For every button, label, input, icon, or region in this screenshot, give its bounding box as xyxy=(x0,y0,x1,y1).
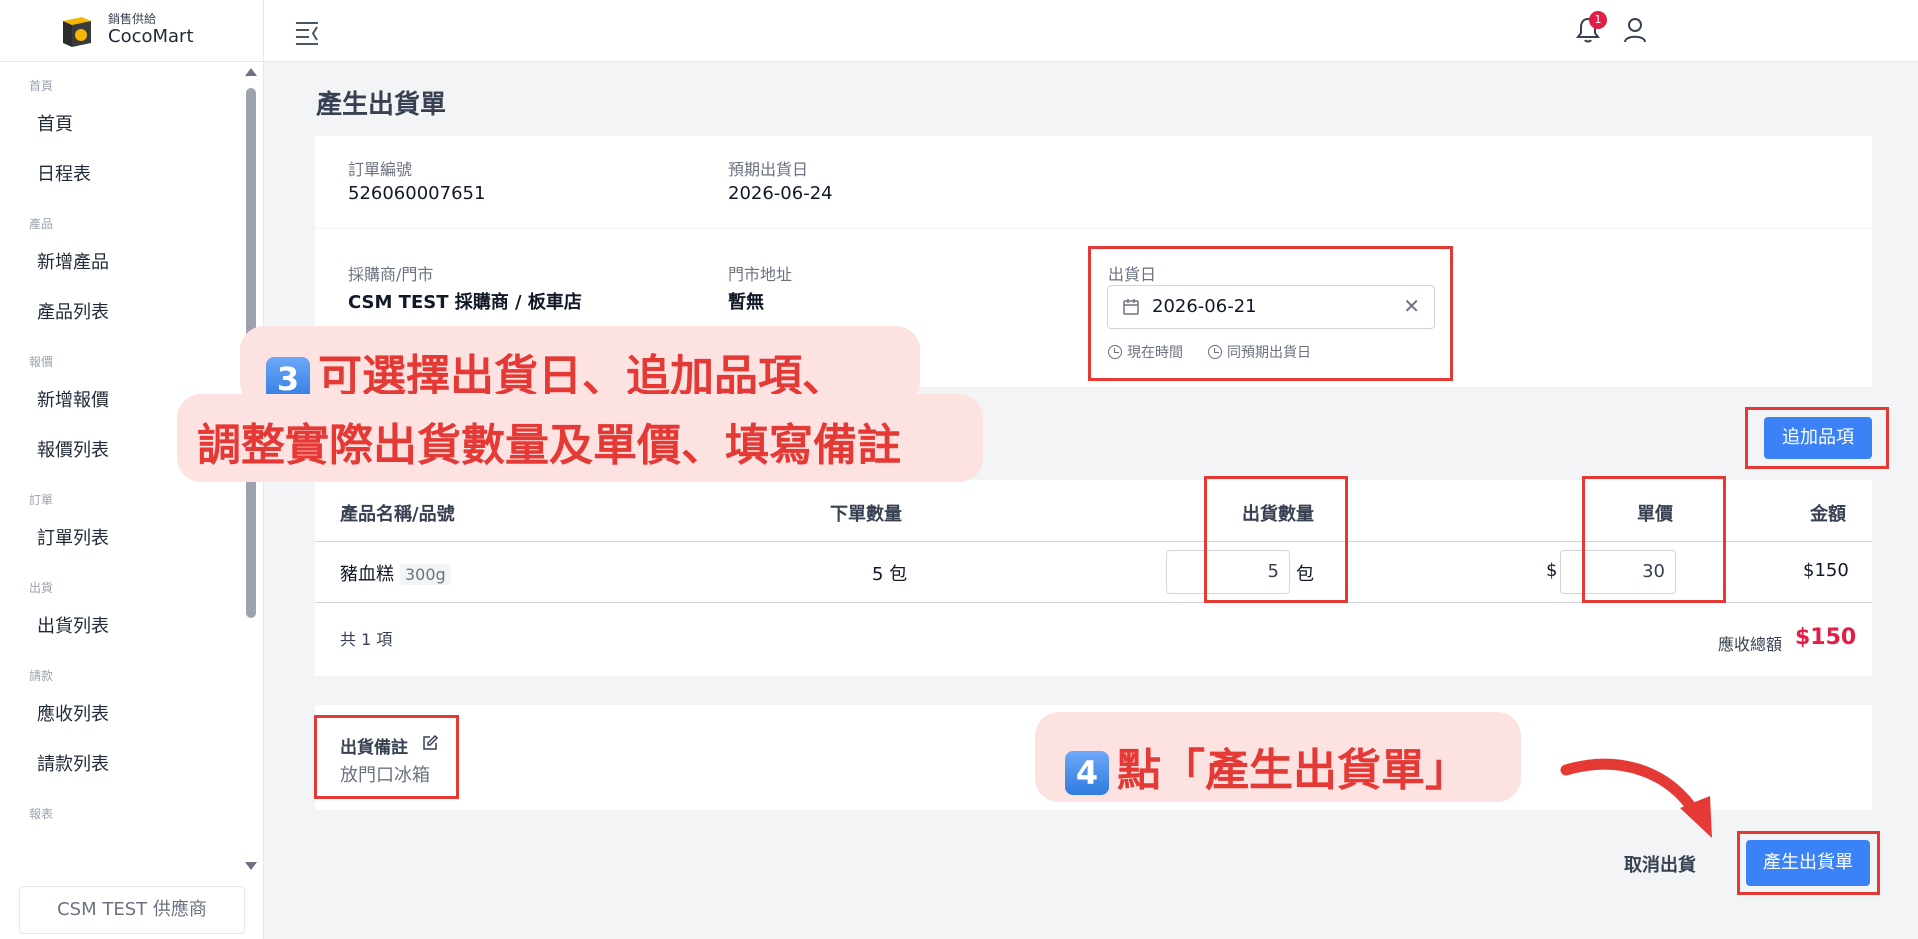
sidebar-item-billing-list[interactable]: 請款列表 xyxy=(0,740,248,790)
header-order-qty: 下單數量 xyxy=(830,504,902,525)
sidebar-item-product-list[interactable]: 產品列表 xyxy=(0,288,248,338)
sidebar-item-home[interactable]: 首頁 xyxy=(0,100,248,150)
nav-group-report: 報表 xyxy=(29,807,54,821)
brand-subtitle: 銷售供給 xyxy=(108,12,157,27)
nav-group-quote: 報價 xyxy=(29,355,54,369)
currency-symbol: $ xyxy=(1546,560,1558,581)
highlight-add-item xyxy=(1745,407,1889,469)
callout-step3-line2: 調整實際出貨數量及單價、填寫備註 xyxy=(177,394,983,482)
highlight-ship-date xyxy=(1088,246,1453,381)
pointer-arrow-icon xyxy=(1560,758,1712,838)
nav-group-billing: 請款 xyxy=(29,669,54,683)
callout-step4-text: 點「產生出貨單」 xyxy=(1117,745,1469,796)
scroll-up-icon[interactable] xyxy=(245,68,257,76)
brand[interactable]: 銷售供給 CocoMart xyxy=(0,0,263,62)
user-icon[interactable] xyxy=(1623,16,1647,44)
sidebar-item-order-list[interactable]: 訂單列表 xyxy=(0,514,248,564)
brand-name: CocoMart xyxy=(108,26,194,48)
highlight-notes xyxy=(314,715,459,799)
expected-date-label: 預期出貨日 xyxy=(728,160,809,179)
order-qty: 5 包 xyxy=(872,564,908,585)
expected-date: 2026-06-24 xyxy=(728,183,833,204)
sidebar-item-shipment-list[interactable]: 出貨列表 xyxy=(0,602,248,652)
item-count: 共 1 項 xyxy=(340,630,393,649)
sidebar-item-schedule[interactable]: 日程表 xyxy=(0,150,248,200)
address: 暫無 xyxy=(728,292,764,313)
callout-step3-text2: 調整實際出貨數量及單價、填寫備註 xyxy=(197,420,901,471)
cancel-shipment-button[interactable]: 取消出貨 xyxy=(1624,851,1696,877)
highlight-create-button xyxy=(1737,831,1880,895)
buyer-label: 採購商/門市 xyxy=(348,265,434,284)
total-label: 應收總額 xyxy=(1718,635,1783,654)
scroll-down-icon[interactable] xyxy=(245,862,257,870)
product-spec: 300g xyxy=(400,564,451,585)
product-name: 豬血糕 300g xyxy=(340,560,451,586)
highlight-ship-qty xyxy=(1204,476,1348,603)
topbar xyxy=(264,0,1918,62)
address-label: 門市地址 xyxy=(728,265,793,284)
header-amount: 金額 xyxy=(1810,504,1846,525)
nav-group-product: 產品 xyxy=(29,217,54,231)
nav-group-shipment: 出貨 xyxy=(29,581,54,595)
buyer: CSM TEST 採購商 / 板車店 xyxy=(348,292,582,313)
nav-group-home: 首頁 xyxy=(29,79,54,93)
page-title: 產生出貨單 xyxy=(316,90,447,120)
total-amount: $150 xyxy=(1795,625,1857,650)
header-product: 產品名稱/品號 xyxy=(340,504,455,525)
menu-collapse-icon[interactable] xyxy=(293,17,321,45)
callout-step4: 4 點「產生出貨單」 xyxy=(1035,712,1521,802)
highlight-unit-price xyxy=(1582,476,1726,603)
step-4-badge: 4 xyxy=(1065,751,1109,795)
nav-group-order: 訂單 xyxy=(29,493,54,507)
order-no: 526060007651 xyxy=(348,183,486,204)
order-no-label: 訂單編號 xyxy=(348,160,413,179)
cocomart-logo-icon xyxy=(58,12,96,50)
row-amount: $150 xyxy=(1803,560,1849,581)
sidebar-item-add-product[interactable]: 新增產品 xyxy=(0,238,248,288)
sidebar-item-receivable-list[interactable]: 應收列表 xyxy=(0,690,248,740)
order-info-card xyxy=(315,136,1872,228)
notification-badge: 1 xyxy=(1589,11,1607,29)
supplier-switcher[interactable]: CSM TEST 供應商 xyxy=(19,886,245,934)
product-name-text: 豬血糕 xyxy=(340,564,394,585)
